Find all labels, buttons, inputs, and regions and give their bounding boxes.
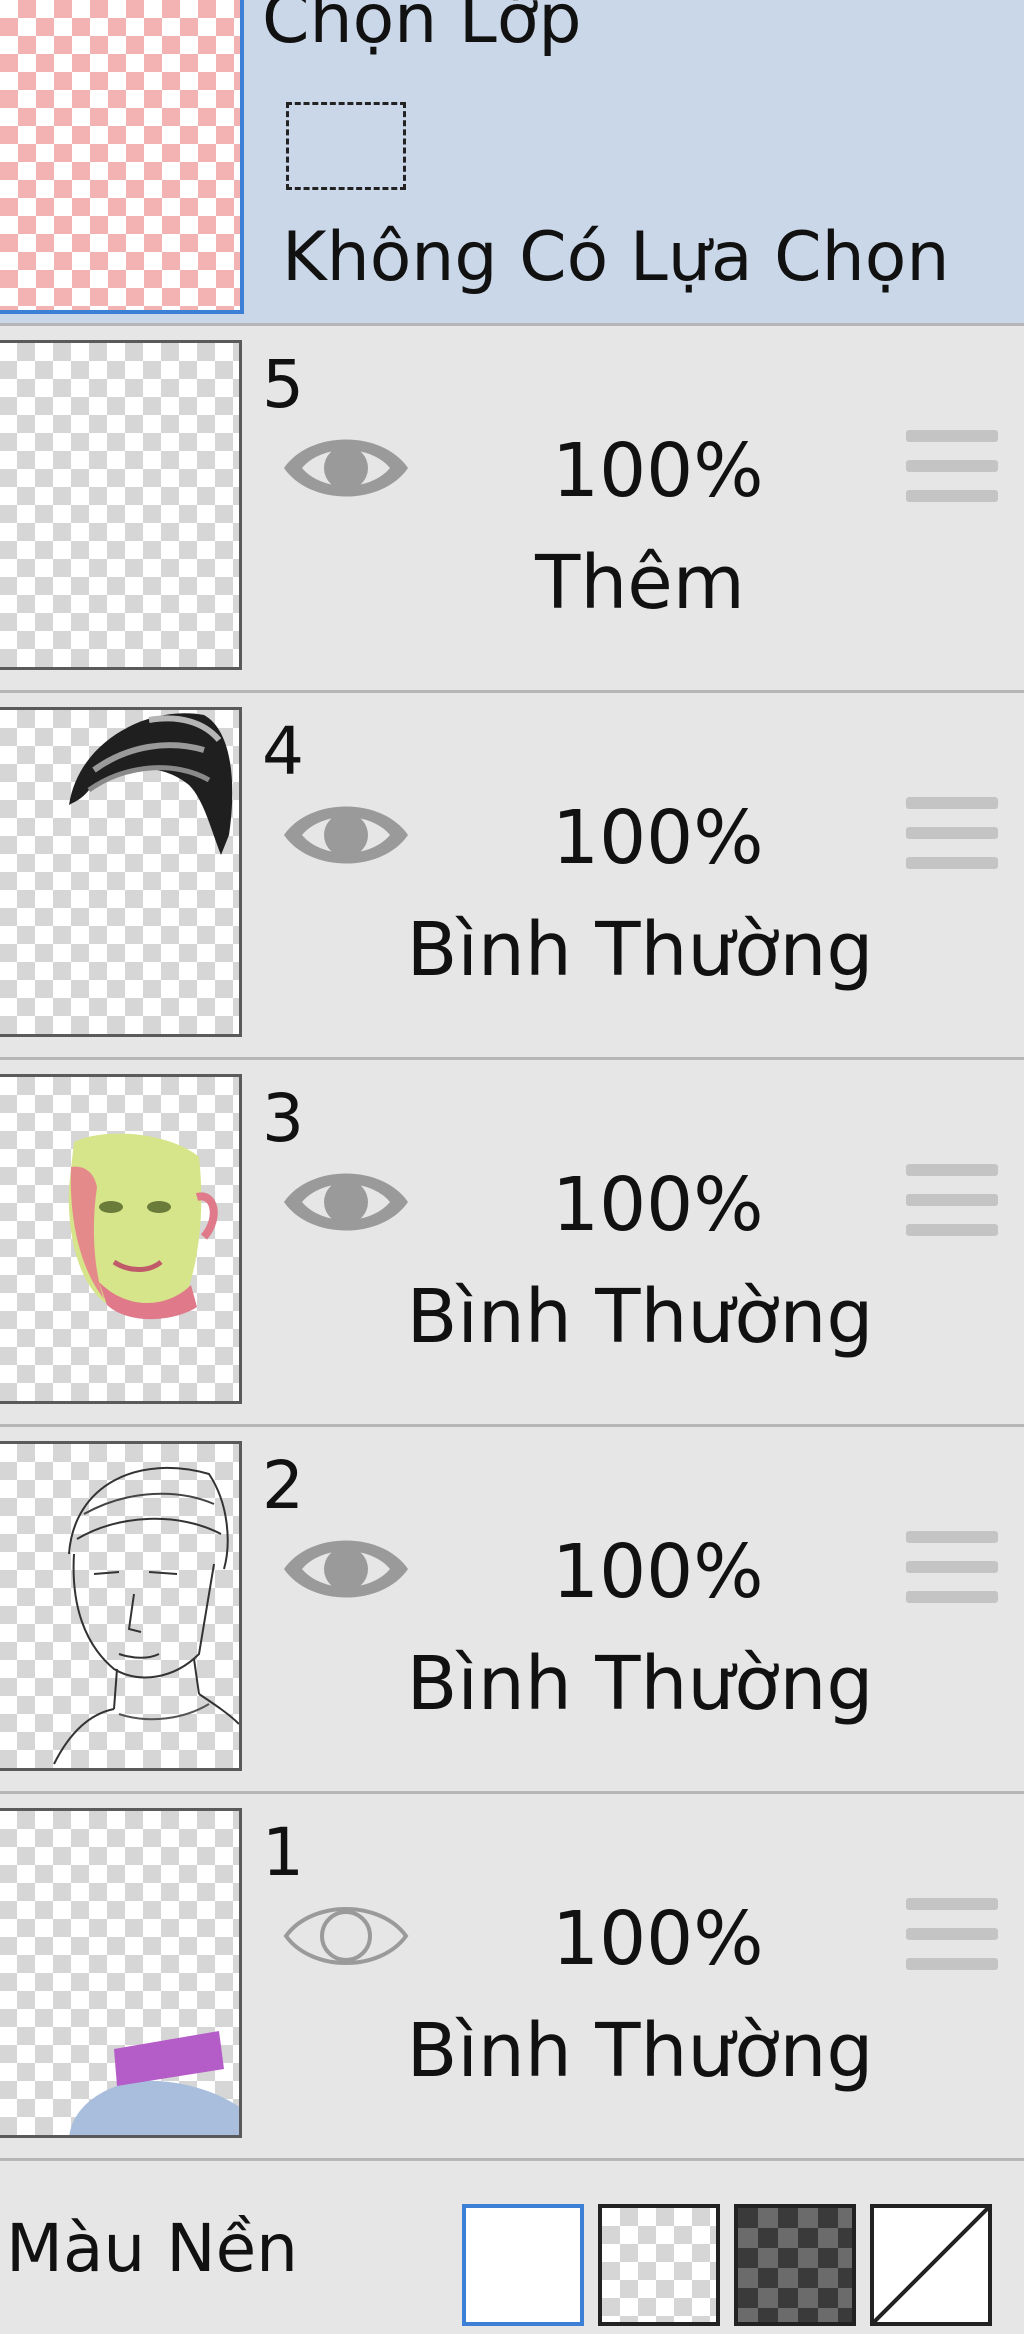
drag-handle-icon[interactable]	[906, 430, 998, 512]
layer-opacity[interactable]: 100%	[552, 1168, 764, 1242]
layer-thumbnail[interactable]	[0, 707, 242, 1037]
layer-blend-mode[interactable]: Bình Thường	[400, 913, 880, 987]
eye-outline-icon[interactable]	[280, 1894, 412, 1978]
layer-row-4[interactable]: 4 100% Bình Thường	[0, 693, 1024, 1060]
selection-layer-row[interactable]: Chọn Lớp Không Có Lựa Chọn	[0, 0, 1024, 326]
selection-layer-title: Chọn Lớp	[262, 0, 582, 59]
layer-number: 2	[262, 1447, 304, 1524]
dashed-selection-rect-icon	[286, 102, 406, 190]
layer-number: 4	[262, 713, 304, 790]
swatch-light-checker[interactable]	[598, 2204, 720, 2326]
background-color-row: Màu Nền	[0, 2162, 1024, 2334]
layer-blend-mode[interactable]: Bình Thường	[400, 2014, 880, 2088]
selection-status: Không Có Lựa Chọn	[282, 218, 950, 297]
layer-thumbnail[interactable]	[0, 340, 242, 670]
drag-handle-icon[interactable]	[906, 1164, 998, 1246]
layer-thumbnail[interactable]	[0, 1808, 242, 2138]
layer-row-1[interactable]: 1 100% Bình Thường	[0, 1794, 1024, 2161]
background-color-label: Màu Nền	[6, 2210, 299, 2287]
eye-icon[interactable]	[280, 426, 412, 510]
layer-row-2[interactable]: 2 100% Bình Thường	[0, 1427, 1024, 1794]
layer-number: 5	[262, 346, 304, 423]
layer-blend-mode[interactable]: Bình Thường	[400, 1647, 880, 1721]
layer-blend-mode[interactable]: Thêm	[400, 546, 880, 620]
layer-opacity[interactable]: 100%	[552, 1902, 764, 1976]
layer-blend-mode[interactable]: Bình Thường	[400, 1280, 880, 1354]
layer-row-5[interactable]: 5 100% Thêm	[0, 326, 1024, 693]
layer-opacity[interactable]: 100%	[552, 1535, 764, 1609]
eye-icon[interactable]	[280, 793, 412, 877]
layer-number: 1	[262, 1814, 304, 1891]
drag-handle-icon[interactable]	[906, 1898, 998, 1980]
layer-opacity[interactable]: 100%	[552, 434, 764, 508]
eye-icon[interactable]	[280, 1160, 412, 1244]
layer-number: 3	[262, 1080, 304, 1157]
swatch-white[interactable]	[462, 2204, 584, 2326]
swatch-dark-checker[interactable]	[734, 2204, 856, 2326]
layer-opacity[interactable]: 100%	[552, 801, 764, 875]
drag-handle-icon[interactable]	[906, 797, 998, 879]
swatch-none[interactable]	[870, 2204, 992, 2326]
selection-layer-thumbnail[interactable]	[0, 0, 244, 314]
layer-thumbnail[interactable]	[0, 1074, 242, 1404]
layer-row-3[interactable]: 3 100% Bình Thường	[0, 1060, 1024, 1427]
eye-icon[interactable]	[280, 1527, 412, 1611]
drag-handle-icon[interactable]	[906, 1531, 998, 1613]
layer-thumbnail[interactable]	[0, 1441, 242, 1771]
